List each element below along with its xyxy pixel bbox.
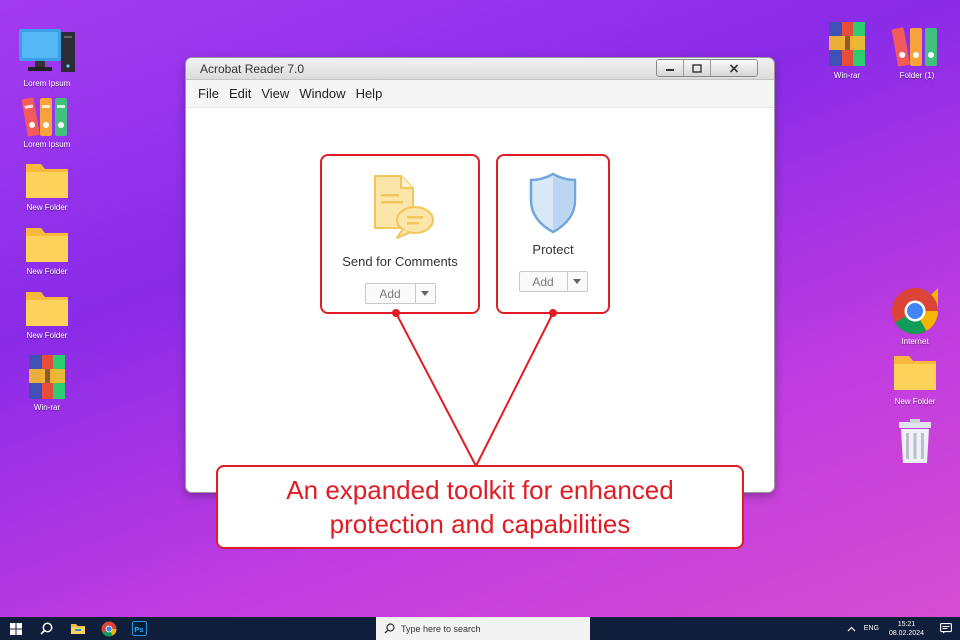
desktop-icon-label: Lorem Ipsum [23, 79, 71, 88]
language-indicator[interactable]: ENG [864, 625, 879, 632]
close-button[interactable] [711, 60, 757, 76]
caret-down-icon [421, 291, 429, 296]
taskbar-search-button[interactable] [31, 617, 62, 640]
add-button-protect[interactable]: Add [518, 271, 588, 292]
svg-text:Ps: Ps [134, 625, 143, 634]
close-icon [729, 63, 739, 73]
binders-icon [891, 27, 937, 67]
caret-down-icon [573, 279, 581, 284]
search-icon [384, 623, 395, 634]
desktop-icon-new-folder-right[interactable]: New Folder [883, 352, 947, 406]
taskbar-search-box[interactable] [376, 617, 590, 640]
binders-icon [21, 97, 67, 137]
desktop-icon-label: New Folder [26, 331, 68, 340]
window-title: Acrobat Reader 7.0 [200, 62, 305, 76]
taskbar: Ps ENG 15:21 08.02.2024 [0, 617, 960, 640]
computer-icon [19, 29, 75, 72]
window-controls [656, 59, 758, 77]
menu-view[interactable]: View [261, 86, 289, 101]
windows-logo-icon [9, 622, 22, 635]
maximize-icon [692, 63, 702, 73]
callout-text: An expanded toolkit for enhanced protect… [286, 475, 674, 539]
desktop-icon-label: New Folder [26, 203, 68, 212]
clock-date: 08.02.2024 [888, 629, 924, 637]
chevron-up-icon[interactable] [847, 626, 856, 632]
menu-edit[interactable]: Edit [229, 86, 251, 101]
chrome-icon [892, 288, 938, 334]
winrar-icon [829, 22, 865, 66]
add-button-label[interactable]: Add [520, 272, 568, 291]
desktop-icon-label: New Folder [894, 397, 936, 406]
add-button-label[interactable]: Add [366, 284, 416, 303]
tool-card-send-for-comments[interactable]: Send for Comments Add [320, 154, 480, 314]
callout-box: An expanded toolkit for enhanced protect… [216, 465, 744, 549]
desktop-icon-label: Internet [901, 337, 929, 346]
add-button-send-for-comments[interactable]: Add [364, 283, 436, 304]
desktop-icon-folder-3[interactable]: New Folder [15, 286, 79, 340]
taskbar-photoshop[interactable]: Ps [124, 617, 155, 640]
add-dropdown-toggle[interactable] [416, 284, 435, 303]
desktop-icon-binders[interactable]: Lorem Ipsum [15, 93, 79, 149]
desktop-icon-winrar[interactable]: Win-rar [15, 352, 79, 412]
desktop-icon-internet[interactable]: Internet [883, 286, 947, 346]
desktop-icon-folder-1-right[interactable]: Folder (1) [885, 22, 949, 80]
folder-icon [26, 228, 68, 262]
desktop-icon-label: New Folder [26, 267, 68, 276]
search-icon [40, 622, 53, 635]
taskbar-chrome[interactable] [93, 617, 124, 640]
desktop-icon-label: Folder (1) [899, 71, 935, 80]
system-tray: ENG 15:21 08.02.2024 [847, 617, 960, 640]
minimize-icon [666, 69, 674, 71]
recycle-bin-icon [899, 419, 931, 463]
taskbar-search-input[interactable] [401, 623, 571, 634]
tool-label: Send for Comments [342, 254, 458, 269]
desktop-icon-folder-2[interactable]: New Folder [15, 222, 79, 276]
clock-time: 15:21 [897, 620, 916, 628]
add-dropdown-toggle[interactable] [568, 272, 587, 291]
desktop-icon-recycle-bin[interactable] [883, 418, 947, 467]
minimize-button[interactable] [657, 60, 684, 76]
maximize-button[interactable] [684, 60, 711, 76]
menu-bar: File Edit View Window Help [186, 80, 774, 108]
folder-icon [26, 292, 68, 326]
menu-file[interactable]: File [198, 86, 219, 101]
shield-icon [529, 172, 577, 234]
send-for-comments-icon [374, 175, 434, 239]
desktop-icon-winrar-right[interactable]: Win-rar [815, 18, 879, 80]
acrobat-window: Acrobat Reader 7.0 File Edit View Window… [186, 58, 774, 492]
desktop-icon-label: Win-rar [833, 71, 861, 80]
start-button[interactable] [0, 617, 31, 640]
tool-card-protect[interactable]: Protect Add [496, 154, 610, 314]
taskbar-file-explorer[interactable] [62, 617, 93, 640]
file-explorer-icon [70, 624, 85, 634]
menu-help[interactable]: Help [356, 86, 383, 101]
desktop-icon-folder-1[interactable]: New Folder [15, 158, 79, 212]
desktop-icon-computer[interactable]: Lorem Ipsum [15, 26, 79, 88]
desktop-icon-label: Lorem Ipsum [23, 140, 71, 149]
photoshop-icon: Ps [132, 621, 147, 636]
folder-icon [894, 356, 936, 390]
folder-icon [26, 164, 68, 198]
desktop-icon-label: Win-rar [33, 403, 61, 412]
window-titlebar[interactable]: Acrobat Reader 7.0 [186, 58, 774, 80]
menu-window[interactable]: Window [299, 86, 345, 101]
chrome-icon [101, 621, 116, 637]
taskbar-clock[interactable]: 15:21 08.02.2024 [889, 620, 924, 638]
tool-label: Protect [532, 242, 574, 257]
notification-icon[interactable] [940, 623, 952, 634]
winrar-icon [29, 355, 65, 399]
